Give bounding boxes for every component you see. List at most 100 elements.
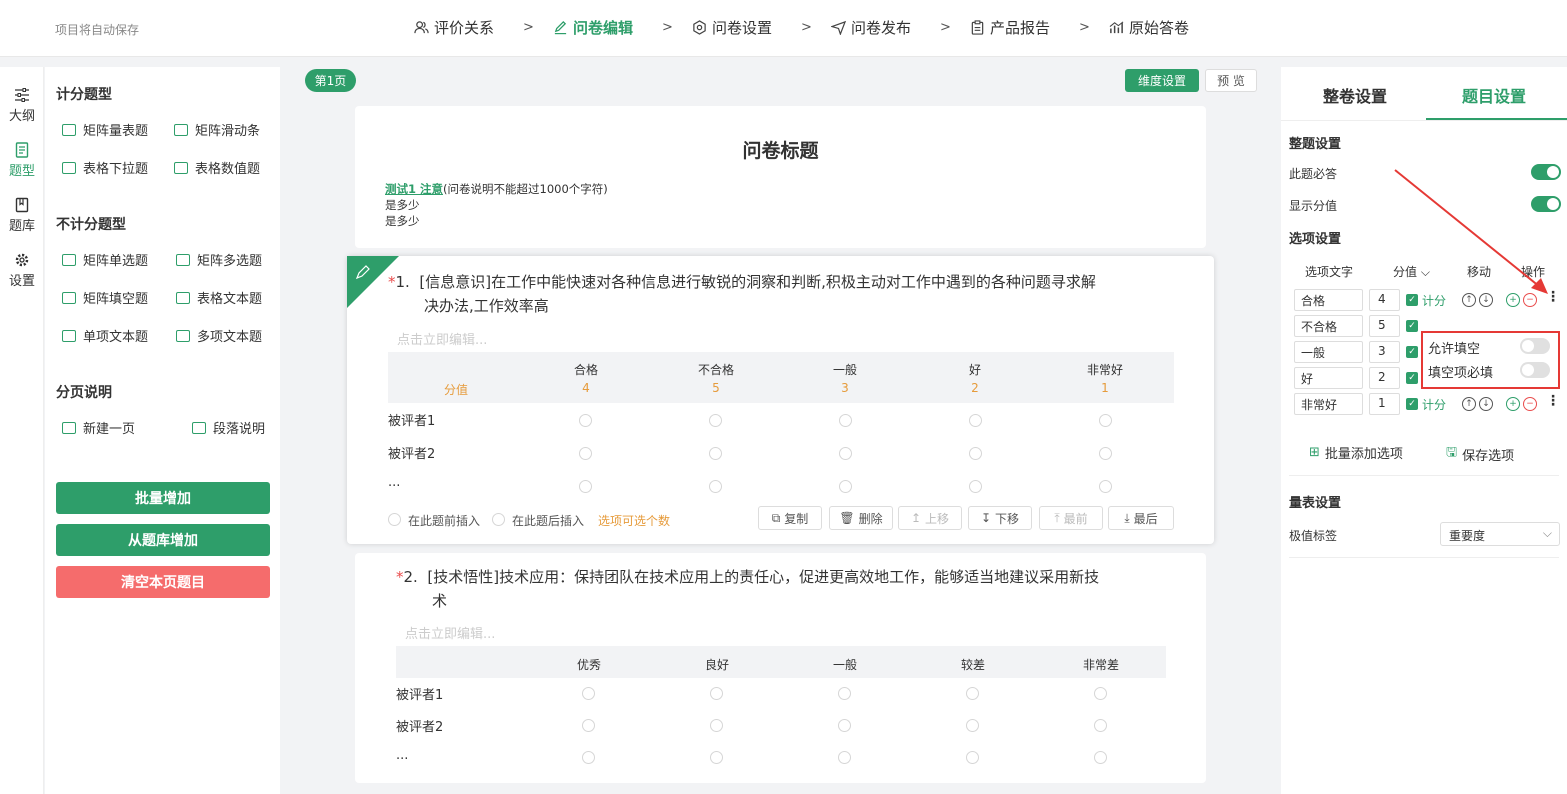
option-text-input[interactable]: 一般: [1294, 341, 1363, 363]
options-count-link[interactable]: 选项可选个数: [598, 512, 670, 529]
insert-after-radio[interactable]: [492, 513, 505, 526]
question-2-title-cont[interactable]: 术: [432, 589, 447, 613]
add-from-bank-button[interactable]: 从题库增加: [56, 524, 270, 556]
qtype-table-number[interactable]: 表格数值题: [174, 158, 260, 177]
step-raw-responses[interactable]: 原始答卷: [1109, 17, 1189, 38]
move-down-icon[interactable]: ↓: [1479, 397, 1493, 411]
qtype-matrix-multi[interactable]: 矩阵多选题: [176, 250, 262, 269]
score-checkbox[interactable]: ✓: [1406, 372, 1418, 384]
matrix-radio[interactable]: [839, 480, 852, 493]
new-page-item[interactable]: 新建一页: [62, 418, 135, 437]
matrix-radio[interactable]: [1094, 751, 1107, 764]
more-icon[interactable]: ⋮: [1546, 394, 1560, 408]
question-2-title[interactable]: *2. [技术悟性]技术应用：保持团队在技术应用上的责任心，促进更高效地工作，能…: [396, 565, 1099, 589]
qtype-matrix-scale[interactable]: 矩阵量表题: [62, 120, 148, 139]
matrix-radio[interactable]: [582, 751, 595, 764]
matrix-radio[interactable]: [966, 687, 979, 700]
score-checkbox[interactable]: ✓: [1406, 346, 1418, 358]
matrix-radio[interactable]: [579, 414, 592, 427]
pole-label-select[interactable]: 重要度 ⌵: [1440, 522, 1560, 546]
qtype-matrix-single[interactable]: 矩阵单选题: [62, 250, 148, 269]
matrix-radio[interactable]: [969, 414, 982, 427]
rail-item-question-types[interactable]: 题型: [0, 142, 44, 179]
matrix-radio[interactable]: [966, 719, 979, 732]
question-card-2[interactable]: *2. [技术悟性]技术应用：保持团队在技术应用上的责任心，促进更高效地工作，能…: [355, 553, 1206, 783]
matrix-radio[interactable]: [1099, 447, 1112, 460]
clear-page-button[interactable]: 清空本页题目: [56, 566, 270, 598]
option-text-input[interactable]: 合格: [1294, 289, 1363, 311]
matrix-radio[interactable]: [710, 751, 723, 764]
dimension-settings-button[interactable]: 维度设置: [1125, 69, 1199, 92]
rail-item-settings[interactable]: 设置: [0, 252, 44, 289]
save-options-button[interactable]: 🖫 保存选项: [1446, 443, 1514, 465]
matrix-radio[interactable]: [838, 751, 851, 764]
tab-whole-settings[interactable]: 整卷设置: [1323, 83, 1387, 107]
step-evaluation-relation[interactable]: 评价关系: [414, 17, 494, 38]
matrix-radio[interactable]: [1094, 687, 1107, 700]
question-1-title[interactable]: *1. [信息意识]在工作中能快速对各种信息进行敏锐的洞察和判断,积极主动对工作…: [388, 270, 1096, 294]
rail-item-outline[interactable]: 大纲: [0, 87, 44, 124]
step-questionnaire-publish[interactable]: 问卷发布: [831, 17, 911, 38]
paragraph-item[interactable]: 段落说明: [192, 418, 265, 437]
matrix-radio[interactable]: [838, 719, 851, 732]
matrix-radio[interactable]: [710, 687, 723, 700]
fill-required-toggle[interactable]: [1520, 362, 1550, 378]
matrix-radio[interactable]: [838, 687, 851, 700]
matrix-radio[interactable]: [1099, 480, 1112, 493]
option-score-input[interactable]: 3: [1369, 341, 1400, 363]
matrix-radio[interactable]: [579, 447, 592, 460]
questionnaire-description[interactable]: 测试1 注意(问卷说明不能超过1000个字符) 是多少 是多少: [385, 181, 608, 229]
matrix-radio[interactable]: [709, 414, 722, 427]
move-down-button[interactable]: ↧ 下移: [968, 506, 1032, 530]
page-badge[interactable]: 第1页: [305, 69, 356, 92]
preview-button[interactable]: 预 览: [1205, 69, 1257, 92]
matrix-radio[interactable]: [579, 480, 592, 493]
insert-before-radio[interactable]: [388, 513, 401, 526]
allow-fill-toggle[interactable]: [1520, 338, 1550, 354]
matrix-radio[interactable]: [839, 414, 852, 427]
step-product-report[interactable]: 产品报告: [970, 17, 1050, 38]
matrix-radio[interactable]: [969, 447, 982, 460]
option-text-input[interactable]: 好: [1294, 367, 1363, 389]
move-last-button[interactable]: ⤓ 最后: [1108, 506, 1174, 530]
questionnaire-title[interactable]: 问卷标题: [355, 136, 1206, 163]
tab-item-settings[interactable]: 题目设置: [1462, 83, 1526, 107]
click-to-edit-placeholder[interactable]: 点击立即编辑...: [397, 329, 487, 348]
batch-add-options-button[interactable]: ⊞ 批量添加选项: [1309, 443, 1403, 462]
qtype-table-text[interactable]: 表格文本题: [176, 288, 262, 307]
matrix-radio[interactable]: [709, 480, 722, 493]
matrix-radio[interactable]: [1094, 719, 1107, 732]
remove-option-icon[interactable]: −: [1523, 397, 1537, 411]
option-score-input[interactable]: 5: [1369, 315, 1400, 337]
title-card[interactable]: 问卷标题 测试1 注意(问卷说明不能超过1000个字符) 是多少 是多少: [355, 106, 1206, 248]
question-card-1[interactable]: *1. [信息意识]在工作中能快速对各种信息进行敏锐的洞察和判断,积极主动对工作…: [347, 256, 1214, 544]
qtype-matrix-fill[interactable]: 矩阵填空题: [62, 288, 148, 307]
score-checkbox[interactable]: ✓: [1406, 398, 1418, 410]
move-up-button[interactable]: ↥ 上移: [898, 506, 962, 530]
option-score-input[interactable]: 1: [1369, 393, 1400, 415]
rail-item-question-bank[interactable]: 题库: [0, 197, 44, 234]
option-text-input[interactable]: 不合格: [1294, 315, 1363, 337]
qtype-single-text[interactable]: 单项文本题: [62, 326, 148, 345]
desc-link[interactable]: 测试1 注意: [385, 182, 443, 196]
copy-button[interactable]: ⧉ 复制: [758, 506, 822, 530]
option-text-input[interactable]: 非常好: [1294, 393, 1363, 415]
matrix-radio[interactable]: [966, 751, 979, 764]
matrix-radio[interactable]: [969, 480, 982, 493]
matrix-radio[interactable]: [582, 687, 595, 700]
click-to-edit-placeholder[interactable]: 点击立即编辑...: [405, 623, 495, 642]
step-questionnaire-settings[interactable]: 问卷设置: [692, 17, 772, 38]
qtype-multi-text[interactable]: 多项文本题: [176, 326, 262, 345]
matrix-radio[interactable]: [582, 719, 595, 732]
move-first-button[interactable]: ⤒ 最前: [1039, 506, 1103, 530]
matrix-radio[interactable]: [1099, 414, 1112, 427]
matrix-radio[interactable]: [709, 447, 722, 460]
qtype-table-dropdown[interactable]: 表格下拉题: [62, 158, 148, 177]
matrix-radio[interactable]: [710, 719, 723, 732]
qtype-matrix-slider[interactable]: 矩阵滑动条: [174, 120, 260, 139]
score-checkbox[interactable]: ✓: [1406, 320, 1418, 332]
move-up-icon[interactable]: ↑: [1462, 397, 1476, 411]
delete-button[interactable]: 🗑 删除: [829, 506, 893, 530]
matrix-radio[interactable]: [839, 447, 852, 460]
batch-add-button[interactable]: 批量增加: [56, 482, 270, 514]
